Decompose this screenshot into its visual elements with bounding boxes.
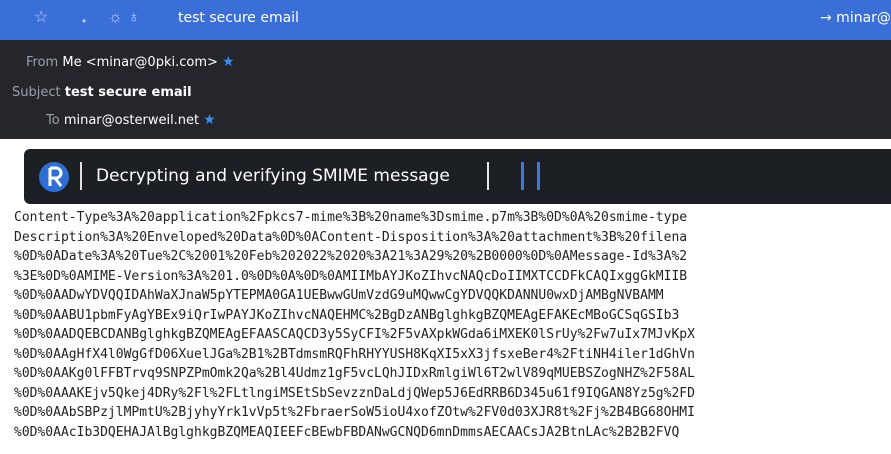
loading-indicator	[537, 162, 540, 190]
shield-icon[interactable]: ♁	[128, 8, 140, 28]
message-header: From Me <minar@0pki.com> ★ Subject test …	[0, 40, 891, 139]
star-icon[interactable]: ☆	[34, 8, 48, 28]
raw-line: %0D%0ADate%3A%20Tue%2C%2001%20Feb%202022…	[14, 249, 688, 264]
subject-label: Subject	[12, 85, 61, 100]
raw-line: %0D%0AAgHfX4l0WgGfD06XuelJGa%2B1%2BTdmsm…	[14, 346, 695, 362]
raw-line: %0D%0AABU1pbmFyAgYBEx9iQrIwPAYJKoZIhvcNA…	[14, 307, 680, 323]
contact-star-icon[interactable]: ★	[222, 54, 235, 70]
to-value[interactable]: minar@osterweil.net	[64, 113, 199, 128]
raw-line: Description%3A%20Enveloped%20Data%0D%0AC…	[14, 229, 688, 245]
decrypt-banner: Decrypting and verifying SMIME message	[24, 149, 891, 204]
decrypt-status-text: Decrypting and verifying SMIME message	[96, 166, 450, 186]
raw-line: %0D%0AAAKEjv5Qkej4DRy%2Fl%2FLtlngiMSEtSb…	[14, 385, 695, 401]
message-body: Decrypting and verifying SMIME message C…	[0, 139, 891, 454]
flame-icon[interactable]: ☼	[108, 8, 123, 28]
raw-line: %0D%0AAcIb3DQEHAJAlBglghkgBZQMEAQIEEFcBE…	[14, 424, 680, 440]
text-cursor	[487, 162, 489, 190]
from-row: From Me <minar@0pki.com> ★	[26, 54, 235, 70]
contact-star-icon[interactable]: ★	[203, 112, 216, 128]
from-value[interactable]: Me <minar@0pki.com>	[62, 55, 218, 70]
loading-indicator	[521, 162, 524, 190]
raw-line: %0D%0AADQEBCDANBglghkgBZQMEAgEFAASCAQCD3…	[14, 327, 695, 342]
raw-line: %0D%0AAKg0lFFBTrvq9SNPZPmOmk2Qa%2Bl4Udmz…	[14, 366, 695, 381]
title-bar: ☆ • ☼ ♁ test secure email → minar@	[0, 0, 891, 41]
raw-line: %0D%0AADwYDVQQIDAhWaXJnaW5pYTEPMA0GA1UEB…	[14, 288, 664, 303]
raw-message-content: Content-Type%3A%20application%2Fpkcs7-mi…	[14, 208, 695, 442]
dot-icon[interactable]: •	[82, 11, 86, 31]
to-row: To minar@osterweil.net ★	[46, 112, 216, 128]
subject-row: Subject test secure email	[12, 85, 192, 100]
to-label: To	[46, 113, 60, 128]
banner-divider	[80, 162, 82, 190]
raw-line: Content-Type%3A%20application%2Fpkcs7-mi…	[14, 210, 688, 225]
raw-line: %0D%0AAbSBPzjlMPmtU%2BjyhyYrk1vVp5t%2Fbr…	[14, 405, 695, 420]
window-title: test secure email	[178, 10, 299, 26]
subject-value: test secure email	[64, 85, 192, 100]
reply-recipient[interactable]: → minar@	[820, 10, 891, 26]
from-label: From	[26, 55, 59, 70]
raw-line: %3E%0D%0AMIME-Version%3A%201.0%0D%0A%0D%…	[14, 268, 688, 284]
app-logo-icon	[39, 162, 69, 192]
